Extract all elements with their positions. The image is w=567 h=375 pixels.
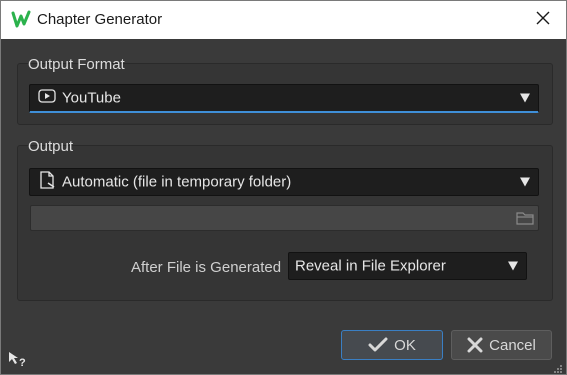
close-icon (467, 337, 483, 353)
close-button[interactable] (520, 1, 566, 39)
play-icon (38, 89, 56, 107)
output-path-field[interactable] (30, 205, 539, 231)
output-format-selected: YouTube (62, 89, 121, 107)
svg-text:?: ? (19, 357, 26, 368)
wavelab-logo-icon (11, 10, 31, 30)
close-icon[interactable] (536, 11, 550, 30)
chevron-down-icon (508, 261, 518, 271)
after-generated-select[interactable]: Reveal in File Explorer (288, 252, 527, 280)
chevron-down-icon (520, 93, 530, 103)
output-format-select[interactable]: YouTube (29, 84, 539, 113)
cancel-label: Cancel (489, 336, 536, 354)
output-group-title: Output (28, 138, 74, 155)
checkmark-icon (368, 337, 388, 353)
folder-icon[interactable] (516, 210, 534, 230)
chevron-down-icon (520, 177, 530, 187)
dialog-body: Output Format YouTube Output Automatic (… (1, 39, 566, 374)
after-generated-label: After File is Generated (131, 259, 282, 276)
after-generated-selected: Reveal in File Explorer (295, 257, 446, 275)
context-help-icon[interactable]: ? (7, 350, 27, 373)
window-title: Chapter Generator (37, 11, 163, 28)
title-bar: Chapter Generator (1, 1, 566, 39)
cancel-button[interactable]: Cancel (451, 330, 552, 360)
output-format-group-title: Output Format (28, 56, 125, 73)
ok-label: OK (394, 336, 416, 354)
chapter-generator-dialog: Chapter Generator Output Format YouTube (0, 0, 567, 375)
ok-button[interactable]: OK (341, 330, 443, 360)
resize-grip-icon[interactable] (553, 361, 563, 373)
output-mode-selected: Automatic (file in temporary folder) (62, 173, 292, 191)
file-icon (39, 171, 55, 193)
output-mode-select[interactable]: Automatic (file in temporary folder) (29, 168, 539, 196)
